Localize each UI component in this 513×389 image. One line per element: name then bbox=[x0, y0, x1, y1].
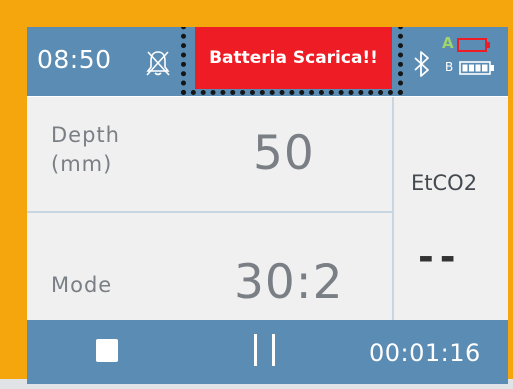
pause-icon-bar bbox=[272, 334, 275, 366]
elapsed-timer: 00:01:16 bbox=[369, 339, 481, 367]
device-screen: 08:50 Batteria Scarica!! A B Depth (mm) … bbox=[27, 27, 508, 384]
low-battery-alert: Batteria Scarica!! bbox=[195, 27, 392, 89]
alarm-muted-icon[interactable] bbox=[145, 49, 171, 77]
stop-button[interactable] bbox=[96, 339, 118, 362]
mode-label: Mode bbox=[51, 273, 113, 297]
pause-icon bbox=[254, 334, 257, 366]
battery-a-label: A bbox=[442, 34, 454, 52]
etco2-panel[interactable]: EtCO2 -- bbox=[394, 97, 508, 320]
battery-b-label: B bbox=[445, 60, 454, 74]
bluetooth-icon bbox=[414, 51, 429, 77]
etco2-label: EtCO2 bbox=[411, 171, 478, 195]
status-bar: 08:50 Batteria Scarica!! A B bbox=[27, 27, 508, 96]
battery-a-empty-icon bbox=[457, 38, 490, 52]
depth-panel[interactable]: Depth (mm) 50 bbox=[27, 97, 392, 211]
low-battery-alert-text: Batteria Scarica!! bbox=[209, 48, 378, 68]
depth-value: 50 bbox=[253, 126, 315, 181]
depth-unit: (mm) bbox=[51, 152, 113, 176]
pause-button[interactable] bbox=[252, 334, 278, 366]
control-bar: 00:01:16 bbox=[27, 320, 508, 384]
clock-time: 08:50 bbox=[37, 45, 112, 74]
etco2-value: -- bbox=[418, 235, 462, 279]
depth-label: Depth bbox=[51, 123, 120, 147]
mode-value: 30:2 bbox=[234, 255, 344, 310]
mode-panel[interactable]: Mode 30:2 bbox=[27, 213, 392, 320]
battery-b-full-icon bbox=[459, 61, 494, 75]
